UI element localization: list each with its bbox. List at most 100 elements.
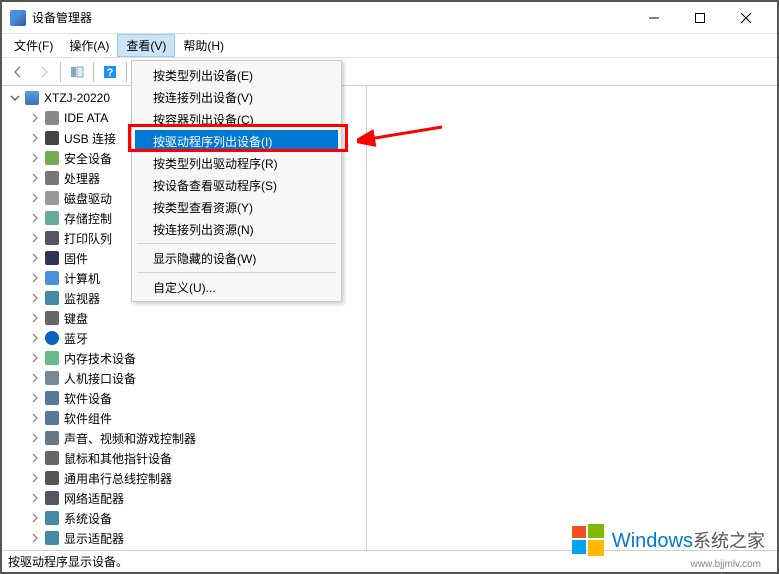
window-controls xyxy=(631,3,769,33)
tree-node-label: 计算机 xyxy=(64,270,100,287)
toolbar-separator xyxy=(126,62,127,82)
collapse-icon[interactable] xyxy=(8,91,22,105)
tree-node-label: 系统设备 xyxy=(64,510,112,527)
tree-node[interactable]: 显示适配器 xyxy=(2,528,366,548)
expand-icon[interactable] xyxy=(28,431,42,445)
expand-icon[interactable] xyxy=(28,191,42,205)
device-category-icon xyxy=(44,490,60,506)
tree-node-label: 处理器 xyxy=(64,170,100,187)
view-menu-item[interactable]: 按连接列出设备(V) xyxy=(135,86,338,108)
tree-node[interactable]: 软件组件 xyxy=(2,408,366,428)
tree-node[interactable]: 网络适配器 xyxy=(2,488,366,508)
device-category-icon xyxy=(44,470,60,486)
tree-node[interactable]: 内存技术设备 xyxy=(2,348,366,368)
view-menu-item[interactable]: 按连接列出资源(N) xyxy=(135,218,338,240)
menu-file[interactable]: 文件(F) xyxy=(6,34,61,57)
view-menu-item[interactable]: 按类型列出设备(E) xyxy=(135,64,338,86)
expand-icon[interactable] xyxy=(28,451,42,465)
watermark-brand: Windows xyxy=(612,530,693,552)
tree-node-label: 人机接口设备 xyxy=(64,370,136,387)
expand-icon[interactable] xyxy=(28,151,42,165)
view-menu-item[interactable]: 按设备查看驱动程序(S) xyxy=(135,174,338,196)
tree-node-label: 声音、视频和游戏控制器 xyxy=(64,430,196,447)
tree-node-label: 软件设备 xyxy=(64,390,112,407)
maximize-button[interactable] xyxy=(677,3,723,33)
view-menu-customize[interactable]: 自定义(U)... xyxy=(135,276,338,298)
device-category-icon xyxy=(44,530,60,546)
device-category-icon xyxy=(44,350,60,366)
expand-icon[interactable] xyxy=(28,331,42,345)
menu-help[interactable]: 帮助(H) xyxy=(175,34,232,57)
tree-node-label: IDE ATA xyxy=(64,111,108,125)
tree-node[interactable]: 软件设备 xyxy=(2,388,366,408)
computer-icon xyxy=(24,90,40,106)
expand-icon[interactable] xyxy=(28,171,42,185)
window-title: 设备管理器 xyxy=(32,9,92,26)
tree-node[interactable]: 蓝牙 xyxy=(2,328,366,348)
device-category-icon xyxy=(44,290,60,306)
tree-node-label: 打印队列 xyxy=(64,230,112,247)
device-category-icon xyxy=(44,450,60,466)
watermark-sub: 系统之家 xyxy=(693,531,765,551)
device-category-icon xyxy=(44,130,60,146)
tree-node-label: 磁盘驱动 xyxy=(64,190,112,207)
expand-icon[interactable] xyxy=(28,391,42,405)
minimize-button[interactable] xyxy=(631,3,677,33)
device-category-icon xyxy=(44,110,60,126)
tree-node-label: 内存技术设备 xyxy=(64,350,136,367)
expand-icon[interactable] xyxy=(28,531,42,545)
show-hide-tree-button[interactable] xyxy=(65,61,89,83)
tree-node-label: 鼠标和其他指针设备 xyxy=(64,450,172,467)
menu-separator xyxy=(137,243,336,244)
expand-icon[interactable] xyxy=(28,271,42,285)
tree-node[interactable]: 鼠标和其他指针设备 xyxy=(2,448,366,468)
view-menu-show-hidden[interactable]: 显示隐藏的设备(W) xyxy=(135,247,338,269)
expand-icon[interactable] xyxy=(28,211,42,225)
help-button[interactable]: ? xyxy=(98,61,122,83)
device-category-icon xyxy=(44,190,60,206)
expand-icon[interactable] xyxy=(28,131,42,145)
app-icon xyxy=(10,10,26,26)
tree-node-label: 安全设备 xyxy=(64,150,112,167)
menu-action[interactable]: 操作(A) xyxy=(61,34,117,57)
expand-icon[interactable] xyxy=(28,111,42,125)
forward-button[interactable] xyxy=(32,61,56,83)
tree-node[interactable]: 人机接口设备 xyxy=(2,368,366,388)
device-category-icon xyxy=(44,270,60,286)
tree-node[interactable]: 系统设备 xyxy=(2,508,366,528)
device-category-icon xyxy=(44,370,60,386)
tree-node-label: 通用串行总线控制器 xyxy=(64,470,172,487)
close-button[interactable] xyxy=(723,3,769,33)
expand-icon[interactable] xyxy=(28,511,42,525)
tree-node-label: 键盘 xyxy=(64,310,88,327)
expand-icon[interactable] xyxy=(28,371,42,385)
device-category-icon xyxy=(44,390,60,406)
windows-logo-icon xyxy=(570,522,606,558)
expand-icon[interactable] xyxy=(28,231,42,245)
menu-view[interactable]: 查看(V) xyxy=(117,34,175,57)
content-area: XTZJ-20220 IDE ATA USB 连接 安全设备 xyxy=(2,86,777,550)
expand-icon[interactable] xyxy=(28,251,42,265)
svg-text:?: ? xyxy=(107,67,114,79)
expand-icon[interactable] xyxy=(28,311,42,325)
tree-node[interactable]: 声音、视频和游戏控制器 xyxy=(2,428,366,448)
expand-icon[interactable] xyxy=(28,491,42,505)
title-bar: 设备管理器 xyxy=(2,2,777,34)
expand-icon[interactable] xyxy=(28,411,42,425)
view-menu-item[interactable]: 按类型列出驱动程序(R) xyxy=(135,152,338,174)
toolbar-separator xyxy=(93,62,94,82)
device-category-icon xyxy=(44,170,60,186)
view-menu-item[interactable]: 按驱动程序列出设备(I) xyxy=(135,130,338,152)
toolbar-separator xyxy=(60,62,61,82)
tree-node-label: 网络适配器 xyxy=(64,490,124,507)
view-menu-item[interactable]: 按容器列出设备(C) xyxy=(135,108,338,130)
tree-node-label: 软件组件 xyxy=(64,410,112,427)
back-button[interactable] xyxy=(6,61,30,83)
expand-icon[interactable] xyxy=(28,471,42,485)
tree-node[interactable]: 键盘 xyxy=(2,308,366,328)
expand-icon[interactable] xyxy=(28,291,42,305)
expand-icon[interactable] xyxy=(28,351,42,365)
view-menu-item[interactable]: 按类型查看资源(Y) xyxy=(135,196,338,218)
device-category-icon xyxy=(44,410,60,426)
tree-node[interactable]: 通用串行总线控制器 xyxy=(2,468,366,488)
